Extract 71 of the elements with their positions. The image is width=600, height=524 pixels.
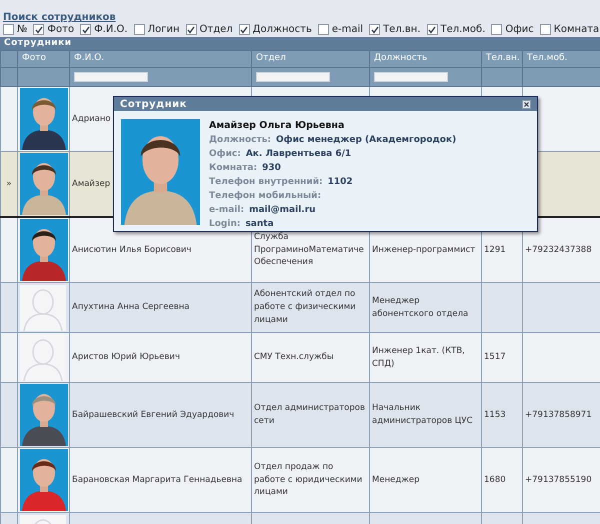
table-cell: +79137858971 [525,410,592,420]
filter-field[interactable] [74,72,148,82]
table-cell: 1680 [484,474,506,485]
checkbox-label: Тел.вн. [383,23,421,37]
checkbox-label: Офис [505,23,534,37]
table-cell: Аристов Юрий Юрьевич [72,352,180,362]
popup-title: Сотрудник [120,98,187,112]
checkbox[interactable] [426,24,438,35]
column-header[interactable]: Отдел [256,53,286,64]
field-value: Ак. Лаврентьева 6/1 [246,148,352,162]
table-cell: Барановская Маргарита Геннадьевна [72,474,242,485]
table-cell: Менеджер [372,474,420,485]
filter-field[interactable] [256,72,330,82]
field-value: mail@mail.ru [249,204,316,218]
panel-header: Сотрудники [0,37,600,50]
checkbox-label: e-mail [332,23,364,37]
checkbox-label: Ф.И.О. [94,23,128,37]
checkbox[interactable] [134,24,145,35]
checkbox-label: Тел.моб. [440,23,486,37]
table-cell: 1153 [484,410,506,420]
table-cell: Отдел продаж по работе с юридическими лицами [254,462,362,498]
field-label: Офис: [209,148,241,162]
table-cell: Апухтина Анна Сергеевна [72,302,190,312]
checkbox[interactable] [186,24,197,35]
checkbox[interactable] [238,24,250,35]
field-value: 930 [262,162,281,176]
table-cell: Начальник администраторов ЦУС [372,403,473,426]
close-icon[interactable] [522,100,531,108]
field-label: Должность: [209,134,271,148]
table-cell: 1517 [484,352,506,362]
checkbox[interactable] [369,24,380,35]
table-cell: Адриано [72,114,111,124]
field-label: Телефон мобильный: [209,190,322,204]
checkbox[interactable] [33,24,44,35]
employee-name: Амайзер Ольга Юрьевна [209,119,346,133]
table-cell: +79232437388 [525,244,592,255]
table-cell: Абонентский отдел по работе с физическими лицами [254,289,356,325]
table-cell: Менеджер абонентского отдела [372,296,468,318]
avatar-placeholder-icon [20,284,66,330]
checkbox-label: № [17,23,28,37]
row-marker: » [6,178,12,189]
field-label: Комната: [209,162,258,176]
table-cell: Инженер-программист [372,244,476,255]
field-value: Офис менеджер (Академгородок) [276,134,456,148]
table-cell: Отдел администраторов сети [254,403,365,426]
table-cell: Инженер 1кат. (КТВ, СПД) [372,346,465,368]
field-value: 1102 [328,176,353,190]
field-value: santa [245,218,274,232]
column-header[interactable]: Ф.И.О. [74,53,104,64]
table-cell: Анисютин Илья Борисович [72,244,192,255]
checkbox-label: Комната [554,23,600,37]
search-link[interactable]: Поиск сотрудников [3,12,116,23]
filter-field[interactable] [374,72,448,82]
table-cell: Амайзер [72,178,110,189]
checkbox[interactable] [491,24,502,35]
checkbox[interactable] [540,24,551,35]
table-cell: 1291 [484,244,506,255]
table-cell: Служба ПрограминоМатематиче Обеспечения [254,232,364,268]
checkbox[interactable] [80,24,92,35]
field-label: e-mail: [209,204,244,218]
checkbox[interactable] [318,24,329,35]
table-cell: +79137855190 [525,474,592,485]
table-cell: СМУ Техн.службы [254,352,334,362]
checkbox[interactable] [3,24,14,35]
checkbox-label: Логин [148,23,180,37]
field-label: Телефон внутренний: [209,176,323,190]
checkbox-label: Должность [252,23,312,37]
checkbox-label: Фото [47,23,74,37]
field-label: Login: [209,218,240,232]
checkbox-label: Отдел [200,23,233,37]
table-cell: Байрашевский Евгений Эдуардович [72,410,234,420]
